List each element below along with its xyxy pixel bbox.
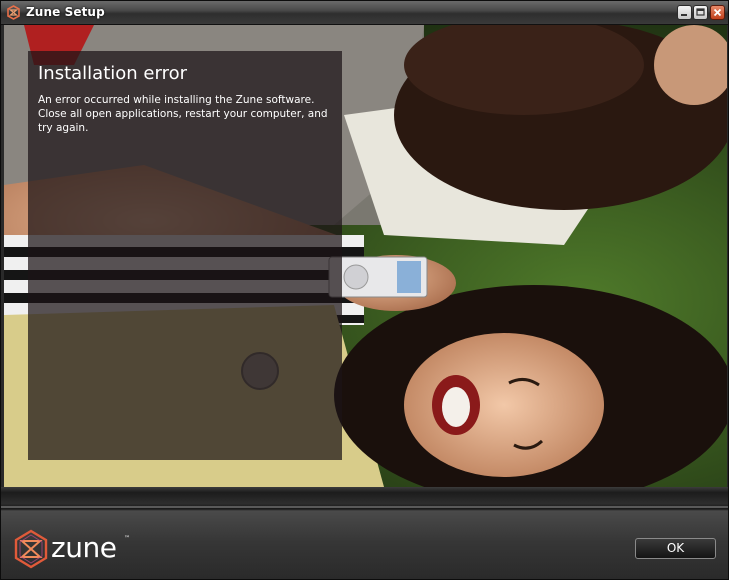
zune-logo: zune ™ — [13, 529, 138, 569]
close-icon — [713, 8, 722, 17]
window-title: Zune Setup — [26, 5, 105, 19]
minimize-button[interactable] — [677, 5, 692, 20]
error-panel: Installation error An error occurred whi… — [28, 51, 342, 460]
trademark-symbol: ™ — [124, 535, 130, 542]
footer-divider — [1, 506, 728, 508]
close-button[interactable] — [710, 5, 725, 20]
minimize-icon — [681, 14, 687, 16]
zune-wordmark: zune — [51, 531, 117, 564]
error-title: Installation error — [38, 63, 187, 84]
ok-button[interactable]: OK — [635, 538, 716, 559]
error-message: An error occurred while installing the Z… — [38, 94, 328, 134]
zune-icon — [7, 5, 20, 20]
zune-setup-window: Zune Setup Installation error An error o… — [0, 0, 729, 580]
zune-logo-icon — [14, 529, 48, 569]
footer-bar: zune ™ OK — [1, 487, 728, 579]
maximize-icon — [696, 8, 705, 16]
maximize-button[interactable] — [693, 5, 708, 20]
title-bar[interactable]: Zune Setup — [1, 1, 728, 25]
